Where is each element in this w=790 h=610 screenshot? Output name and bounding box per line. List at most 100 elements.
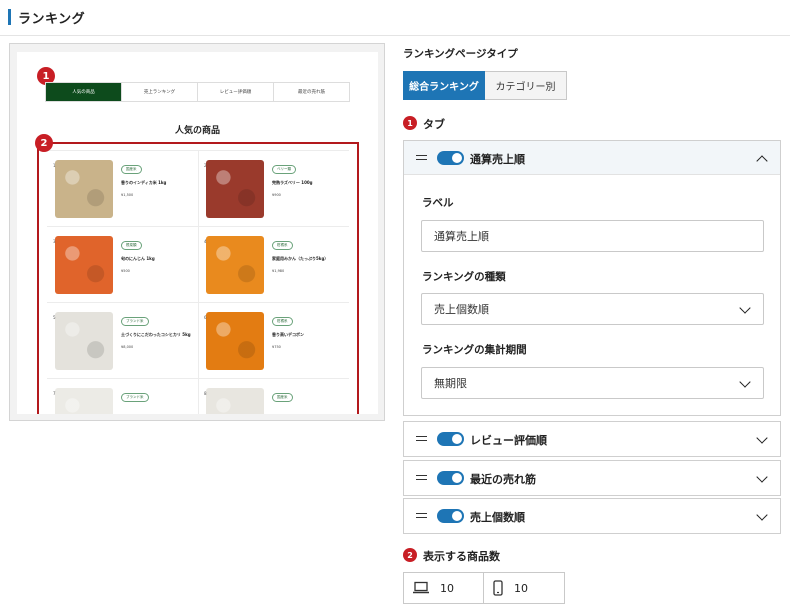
product-category-badge: ブランド米	[121, 393, 149, 402]
product-name: 土づくりにこだわったコシヒカリ 5kg	[121, 332, 191, 337]
chevron-down-icon[interactable]	[756, 432, 768, 444]
page-type-toggle: 総合ランキング カテゴリー別	[403, 71, 567, 100]
tab-panel-header[interactable]: レビュー評価順	[404, 422, 780, 456]
product-image	[206, 388, 264, 414]
product-card[interactable]: 5 ブランド米土づくりにこだわったコシヒカリ 5kg ¥8,000	[47, 302, 198, 378]
product-image	[206, 160, 264, 218]
section-badge-1: 1	[403, 116, 417, 130]
ranking-type-select[interactable]: 売上個数順	[421, 293, 764, 325]
product-card[interactable]: 4 柑橘系家庭用みかん（たっぷり5kg） ¥1,980	[198, 226, 349, 302]
mobile-count-input[interactable]: 10	[484, 572, 565, 604]
tab-enabled-toggle[interactable]	[437, 432, 464, 446]
product-name: 香りのインディカ米 1kg	[121, 180, 167, 185]
ranking-period-title: ランキングの集計期間	[422, 344, 527, 356]
preview-tab[interactable]: 人気の商品	[46, 83, 121, 101]
page-type-category-button[interactable]: カテゴリー別	[485, 71, 567, 100]
desktop-count-input[interactable]: 10	[403, 572, 484, 604]
product-price: ¥8,000	[121, 345, 134, 349]
product-card[interactable]: 8 国産米	[198, 378, 349, 414]
product-count-inputs: 10 10	[403, 572, 565, 604]
tab-enabled-toggle[interactable]	[437, 471, 464, 485]
tab-panel-trending: 最近の売れ筋	[403, 460, 781, 496]
product-category-badge: ブランド米	[121, 317, 149, 326]
product-price: ¥900	[272, 193, 281, 197]
tab-panel-title: 通算売上順	[470, 153, 525, 166]
product-image	[55, 236, 113, 294]
tab-panel-review: レビュー評価順	[403, 421, 781, 457]
product-image	[55, 312, 113, 370]
product-name: 家庭用みかん（たっぷり5kg）	[272, 256, 329, 261]
product-rank: 5	[53, 315, 56, 320]
desktop-icon	[413, 581, 429, 594]
ranking-period-select[interactable]: 無期限	[421, 367, 764, 399]
tab-panel-total-sales: 通算売上順 ラベル 通算売上順 ランキングの種類 売上個数順 ランキングの集計期…	[403, 140, 781, 416]
product-image	[206, 312, 264, 370]
label-input[interactable]: 通算売上順	[421, 220, 764, 252]
tab-panel-header[interactable]: 最近の売れ筋	[404, 461, 780, 495]
drag-handle-icon[interactable]	[416, 155, 427, 160]
product-rank: 1	[53, 163, 56, 168]
page-type-label: ランキングページタイプ	[403, 48, 518, 60]
product-rank: 6	[204, 315, 207, 320]
chevron-down-icon	[739, 376, 751, 388]
tab-panel-header[interactable]: 売上個数順	[404, 499, 780, 533]
drag-handle-icon[interactable]	[416, 513, 427, 518]
product-rank: 4	[204, 239, 207, 244]
label-field-title: ラベル	[422, 197, 454, 209]
product-card[interactable]: 6 柑橘系 香り高いデコポン ¥750	[198, 302, 349, 378]
mobile-count-value: 10	[514, 581, 528, 595]
product-price: ¥1,500	[121, 193, 134, 197]
tab-section-label: タブ	[423, 118, 445, 131]
chevron-down-icon	[739, 302, 751, 314]
product-image	[55, 160, 113, 218]
ranking-period-value: 無期限	[434, 377, 467, 390]
chevron-down-icon[interactable]	[756, 471, 768, 483]
tab-panel-units-sold: 売上個数順	[403, 498, 781, 534]
product-price: ¥500	[121, 269, 130, 273]
preview-tabs: 人気の商品 売上ランキング レビュー評価順 最近の売れ筋	[45, 82, 350, 102]
product-card[interactable]: 2 ベリー類 完熟ラズベリー 100g ¥900	[198, 150, 349, 226]
mobile-icon	[493, 580, 503, 596]
ranking-type-value: 売上個数順	[434, 303, 489, 316]
product-category-badge: 国産米	[121, 165, 142, 174]
product-card[interactable]: 3 根菜類 旬のにんじん 1kg ¥500	[47, 226, 198, 302]
tab-panel-title: 売上個数順	[470, 511, 525, 524]
callout-badge-2: 2	[35, 134, 53, 152]
section-badge-2: 2	[403, 548, 417, 562]
tab-enabled-toggle[interactable]	[437, 509, 464, 523]
product-image	[206, 236, 264, 294]
drag-handle-icon[interactable]	[416, 475, 427, 480]
product-image	[55, 388, 113, 414]
label-input-value: 通算売上順	[434, 230, 489, 243]
page-title: ランキング	[18, 12, 86, 27]
product-card[interactable]: 1 国産米香りのインディカ米 1kg ¥1,500	[47, 150, 198, 226]
product-price: ¥750	[272, 345, 281, 349]
chevron-down-icon[interactable]	[756, 509, 768, 521]
desktop-count-value: 10	[440, 581, 454, 595]
page-type-overall-button[interactable]: 総合ランキング	[403, 71, 485, 100]
product-price: ¥1,980	[272, 269, 285, 273]
product-rank: 7	[53, 391, 56, 396]
header-accent-bar	[8, 9, 11, 25]
product-card[interactable]: 7 ブランド米	[47, 378, 198, 414]
product-category-badge: 柑橘系	[272, 241, 293, 250]
product-name: 完熟ラズベリー 100g	[272, 180, 313, 185]
chevron-up-icon[interactable]	[756, 155, 768, 167]
ranking-type-title: ランキングの種類	[422, 271, 506, 283]
tab-panel-header[interactable]: 通算売上順	[404, 141, 780, 175]
product-rank: 8	[204, 391, 207, 396]
product-category-badge: 根菜類	[121, 241, 142, 250]
product-category-badge: ベリー類	[272, 165, 296, 174]
preview-tab[interactable]: 売上ランキング	[121, 83, 197, 101]
preview-tab[interactable]: 最近の売れ筋	[273, 83, 349, 101]
product-category-badge: 国産米	[272, 393, 293, 402]
preview-title: 人気の商品	[174, 126, 220, 136]
product-count-label: 表示する商品数	[423, 550, 500, 563]
product-name: 旬のにんじん 1kg	[121, 256, 155, 261]
product-category-badge: 柑橘系	[272, 317, 293, 326]
tab-panel-title: レビュー評価順	[470, 434, 547, 447]
tab-enabled-toggle[interactable]	[437, 151, 464, 165]
preview-tab[interactable]: レビュー評価順	[197, 83, 273, 101]
ranking-preview: 1 人気の商品 売上ランキング レビュー評価順 最近の売れ筋 人気の商品 1 国産…	[9, 43, 385, 421]
drag-handle-icon[interactable]	[416, 436, 427, 441]
